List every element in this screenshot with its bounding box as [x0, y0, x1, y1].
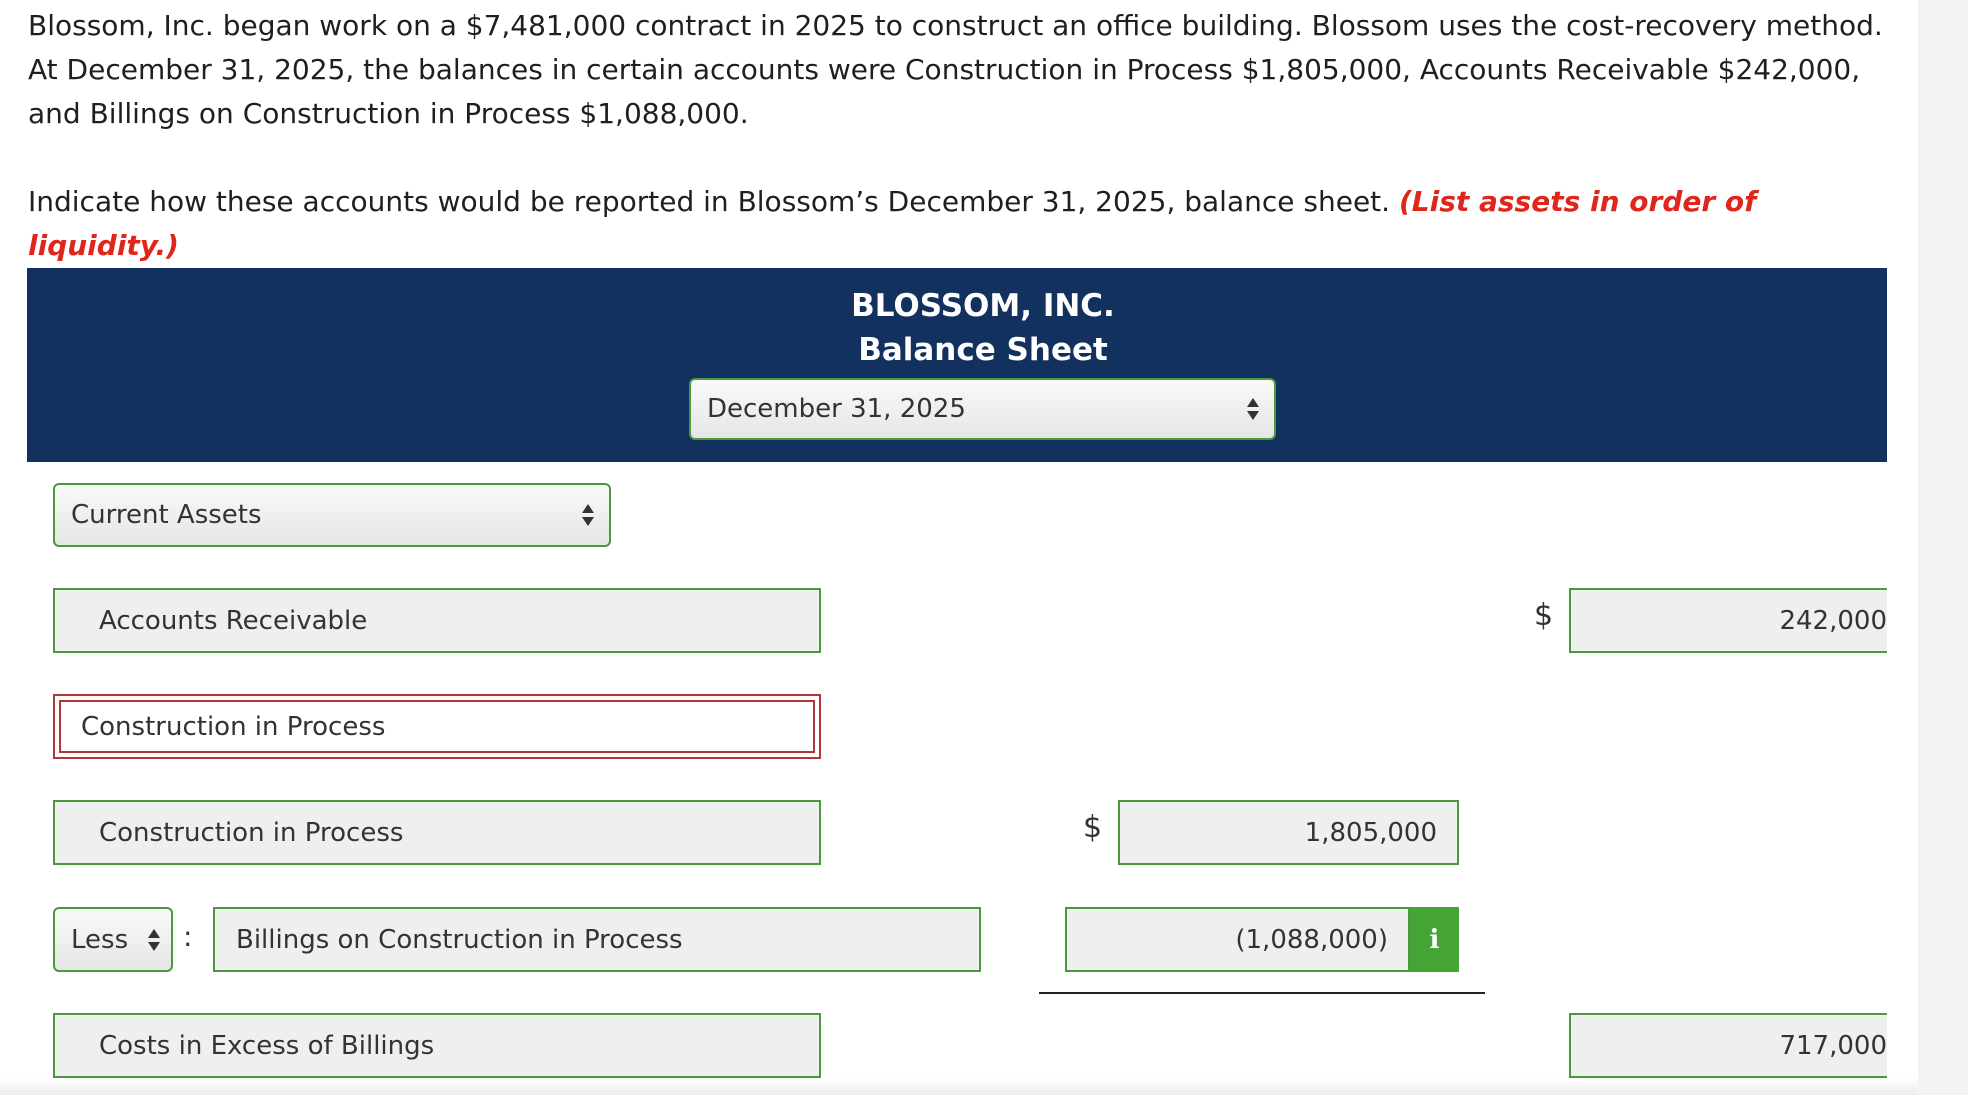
- page-margin: [1918, 0, 1968, 1095]
- instruction-text: Indicate how these accounts would be rep…: [28, 185, 1391, 218]
- bottom-edge: [0, 1078, 1918, 1095]
- costs-in-excess-amount: 717,000: [1779, 1030, 1887, 1061]
- operator-select-value: Less: [71, 924, 129, 955]
- problem-statement: Blossom, Inc. began work on a $7,481,000…: [28, 9, 1883, 130]
- date-select[interactable]: December 31, 2025: [689, 378, 1276, 440]
- cip-amount: 1,805,000: [1304, 817, 1437, 848]
- question-panel: Blossom, Inc. began work on a $7,481,000…: [0, 0, 1918, 1095]
- info-icon[interactable]: i: [1410, 907, 1459, 972]
- cip-heading-label: Construction in Process: [81, 711, 386, 742]
- cip-label-field[interactable]: Construction in Process: [53, 800, 821, 865]
- instruction: Indicate how these accounts would be rep…: [28, 180, 1898, 268]
- section-select-value: Current Assets: [71, 500, 262, 530]
- cip-heading-input: Construction in Process: [59, 700, 815, 753]
- cip-amount-field[interactable]: 1,805,000: [1118, 800, 1459, 865]
- currency-symbol: $: [1083, 810, 1103, 845]
- billings-amount-field[interactable]: (1,088,000): [1065, 907, 1410, 972]
- accounts-receivable-label: Accounts Receivable: [99, 605, 368, 636]
- company-name: BLOSSOM, INC.: [851, 288, 1115, 324]
- costs-in-excess-label: Costs in Excess of Billings: [99, 1030, 435, 1061]
- section-select[interactable]: Current Assets: [53, 483, 611, 547]
- updown-arrows-icon: [1247, 398, 1259, 420]
- updown-arrows-icon: [582, 504, 594, 526]
- accounts-receivable-amount-field[interactable]: 242,000: [1569, 588, 1887, 653]
- statement-title: Balance Sheet: [858, 332, 1108, 368]
- billings-amount: (1,088,000): [1235, 924, 1388, 955]
- accounts-receivable-label-field[interactable]: Accounts Receivable: [53, 588, 821, 653]
- billings-label: Billings on Construction in Process: [236, 924, 683, 955]
- subtotal-underline: [1039, 992, 1485, 994]
- cip-heading-field[interactable]: Construction in Process: [53, 694, 821, 759]
- currency-symbol: $: [1534, 598, 1554, 633]
- operator-select[interactable]: Less: [53, 907, 173, 972]
- costs-in-excess-amount-field[interactable]: 717,000: [1569, 1013, 1887, 1078]
- updown-arrows-icon: [148, 928, 160, 951]
- costs-in-excess-label-field[interactable]: Costs in Excess of Billings: [53, 1013, 821, 1078]
- accounts-receivable-amount: 242,000: [1779, 605, 1887, 636]
- billings-label-field[interactable]: Billings on Construction in Process: [213, 907, 981, 972]
- operator-separator: :: [183, 920, 193, 953]
- date-select-value: December 31, 2025: [707, 394, 966, 424]
- cip-label: Construction in Process: [99, 817, 404, 848]
